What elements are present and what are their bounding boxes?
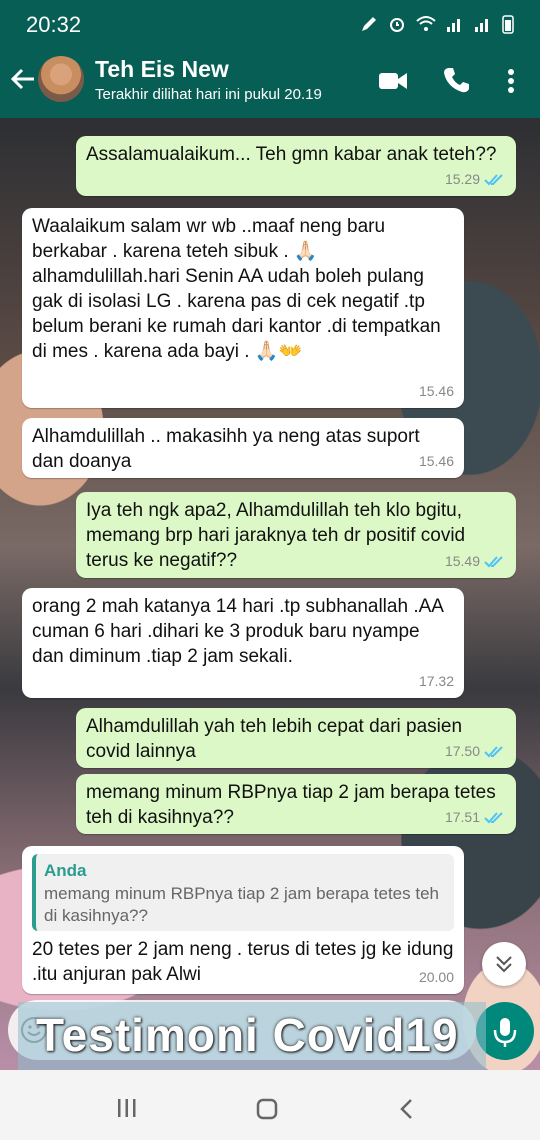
read-ticks-icon [484,811,503,823]
message-meta: 15.46 [419,449,454,474]
message-bubble-out[interactable]: memang minum RBPnya tiap 2 jam berapa te… [76,774,516,834]
avatar[interactable] [38,56,84,102]
message-time: 15.46 [418,383,454,399]
message-bubble-out[interactable]: Alhamdulillah yah teh lebih cepat dari p… [76,708,516,768]
message-meta: 20.00 [419,965,454,990]
home-icon[interactable] [256,1098,278,1120]
reply-author: Anda [44,861,87,880]
reply-text: memang minum RBPnya tiap 2 jam berapa te… [44,884,439,925]
chat-area[interactable]: Assalamualaikum... Teh gmn kabar anak te… [0,118,540,1070]
message-text: Alhamdulillah yah teh lebih cepat dari p… [86,716,463,762]
last-seen: Terakhir dilihat hari ini pukul 20.19 [95,86,322,103]
message-meta: 15.49 [445,549,506,574]
message-time: 17.50 [444,743,480,759]
message-text: Waalaikum salam wr wb ..maaf neng baru b… [32,216,441,362]
message-text: Alhamdulillah .. makasihh ya neng atas s… [32,426,420,472]
video-call-icon[interactable] [378,70,408,92]
message-time: 15.29 [444,171,480,187]
caption-text: Testimoni Covid19 [36,1009,459,1061]
status-icons [360,14,514,34]
navigation-bar [0,1070,540,1140]
message-text: Assalamualaikum... Teh gmn kabar anak te… [86,144,497,165]
message-time: 17.51 [444,809,480,825]
contact-name[interactable]: Teh Eis New [95,56,229,83]
edit-icon [362,17,376,31]
message-text: orang 2 mah katanya 14 hari .tp subhanal… [32,596,443,667]
back-nav-icon[interactable] [398,1098,414,1120]
message-meta: 17.50 [445,739,506,764]
message-meta: 17.32 [419,669,454,694]
message-bubble-in[interactable]: Alhamdulillah .. makasihh ya neng atas s… [22,418,464,478]
read-ticks-icon [484,745,503,757]
message-meta: 15.46 [419,379,454,404]
message-bubble-in[interactable]: orang 2 mah katanya 14 hari .tp subhanal… [22,588,464,698]
status-time: 20:32 [26,12,82,37]
message-bubble-in[interactable]: Waalaikum salam wr wb ..maaf neng baru b… [22,208,464,408]
arrow-left-icon[interactable] [10,66,36,92]
scroll-down-button[interactable] [482,942,526,986]
message-text: 20 tetes per 2 jam neng . terus di tetes… [32,939,454,985]
message-bubble-in[interactable]: Anda memang minum RBPnya tiap 2 jam bera… [22,846,464,994]
more-vert-icon[interactable] [506,68,516,94]
message-text: memang minum RBPnya tiap 2 jam berapa te… [86,782,496,828]
message-bubble-out[interactable]: Iya teh ngk apa2, Alhamdulillah teh klo … [76,492,516,578]
chevron-double-down-icon [496,956,512,973]
alarm-icon [390,18,404,32]
message-time: 17.32 [418,673,454,689]
status-bar: 20:32 [0,0,540,50]
chat-header: Teh Eis New Terakhir dilihat hari ini pu… [0,50,540,118]
message-bubble-out[interactable]: Assalamualaikum... Teh gmn kabar anak te… [76,136,516,196]
message-meta: 17.51 [445,805,506,830]
read-ticks-icon [484,555,503,567]
quoted-reply[interactable]: Anda memang minum RBPnya tiap 2 jam bera… [32,854,454,931]
message-text: Iya teh ngk apa2, Alhamdulillah teh klo … [86,500,466,571]
phone-icon[interactable] [442,66,470,94]
message-time: 15.49 [444,553,480,569]
message-time: 20.00 [418,969,454,985]
signal-icon-2 [475,19,488,32]
signal-icon [447,19,460,32]
message-time: 15.46 [418,453,454,469]
battery-icon [502,15,514,34]
recent-apps-icon[interactable] [116,1098,138,1118]
read-ticks-icon [484,173,503,185]
wifi-icon [416,16,436,31]
message-meta: 15.29 [445,167,506,192]
